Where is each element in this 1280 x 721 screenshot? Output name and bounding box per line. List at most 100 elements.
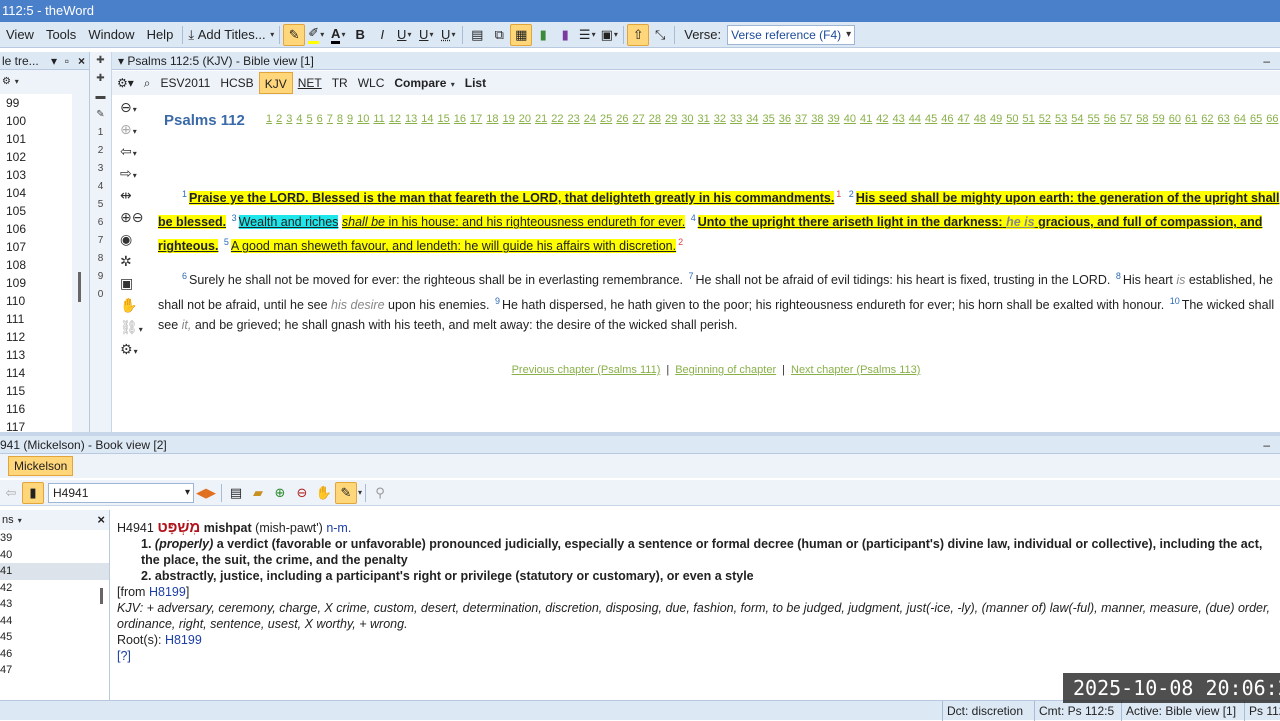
chapter-link[interactable]: 20: [519, 113, 531, 125]
zoom-out-icon[interactable]: ⊖: [291, 482, 313, 504]
lookup-combo[interactable]: H4941: [48, 482, 194, 503]
chapter-link[interactable]: 30: [681, 113, 693, 125]
list-item[interactable]: 105: [0, 202, 72, 220]
list-item[interactable]: 103: [0, 166, 72, 184]
list-item[interactable]: 47: [0, 662, 109, 679]
verse-1[interactable]: Praise ye the LORD. Blessed is the man t…: [189, 191, 835, 206]
close-icon[interactable]: ×: [97, 510, 105, 530]
chapter-link[interactable]: 55: [1088, 113, 1100, 125]
next-icon[interactable]: ⇨▾: [112, 162, 152, 184]
tab-kjv[interactable]: KJV: [258, 72, 293, 94]
chapter-link[interactable]: 25: [600, 113, 612, 125]
list-item[interactable]: 111: [0, 310, 72, 328]
binoculars-icon[interactable]: ⚲: [369, 482, 391, 504]
chapter-link[interactable]: 39: [828, 113, 840, 125]
chapter-link[interactable]: 38: [811, 113, 823, 125]
verse-4[interactable]: Unto the upright there ariseth light in …: [697, 215, 1003, 230]
chapter-link[interactable]: 66: [1266, 113, 1278, 125]
pin-icon[interactable]: ▾: [51, 52, 57, 69]
minus-icon[interactable]: ▬: [90, 88, 111, 106]
copy-button[interactable]: ⧉: [488, 24, 510, 46]
tab-mickelson[interactable]: Mickelson: [8, 456, 74, 476]
underline-button[interactable]: U ▾: [393, 24, 415, 46]
list-item[interactable]: 107: [0, 238, 72, 256]
verse-9[interactable]: He hath dispersed, he hath given to the …: [502, 298, 1164, 312]
hand-icon[interactable]: ✋: [313, 482, 335, 504]
scrollbar[interactable]: [78, 272, 81, 302]
list-item[interactable]: 115: [0, 382, 72, 400]
chapter-link[interactable]: 36: [779, 113, 791, 125]
chapter-link[interactable]: 47: [958, 113, 970, 125]
bookmark-number[interactable]: 3: [90, 160, 111, 178]
next-chapter-link[interactable]: Next chapter (Psalms 113): [791, 364, 920, 376]
chapter-link[interactable]: 15: [438, 113, 450, 125]
search-icon[interactable]: ⌕: [139, 72, 156, 94]
verse-6[interactable]: Surely he shall not be moved for ever: t…: [189, 274, 683, 288]
italic-button[interactable]: I: [371, 24, 393, 46]
add-titles-button[interactable]: ⤓ Add Titles... ▾: [186, 24, 276, 46]
root-link[interactable]: H8199: [165, 633, 202, 647]
bookmark-number[interactable]: 6: [90, 214, 111, 232]
chapter-link[interactable]: 8: [337, 113, 343, 125]
minimize-icon[interactable]: –: [1263, 436, 1270, 454]
highlight-tool-button[interactable]: ✎: [283, 23, 306, 46]
menu-view[interactable]: View: [0, 22, 40, 48]
list-item[interactable]: 44: [0, 613, 109, 630]
verse-3-highlight[interactable]: Wealth and riches: [238, 215, 339, 230]
verse-8[interactable]: His heart: [1123, 274, 1173, 288]
gear-icon[interactable]: ⚙▾: [112, 338, 152, 360]
bookmark-number[interactable]: 7: [90, 232, 111, 250]
chapter-link[interactable]: 50: [1006, 113, 1018, 125]
chapter-link[interactable]: 5: [307, 113, 313, 125]
page-button[interactable]: ▤: [466, 24, 488, 46]
chapter-link[interactable]: 61: [1185, 113, 1197, 125]
tab-hcsb[interactable]: HCSB: [215, 72, 258, 94]
book-purple-button[interactable]: ▮: [554, 24, 576, 46]
bookmark-number[interactable]: 5: [90, 196, 111, 214]
strongs-link[interactable]: H8199: [149, 585, 186, 599]
link-icon[interactable]: ⛓▾: [112, 316, 152, 338]
font-color-button[interactable]: A ▾: [327, 24, 349, 46]
bookmark-number[interactable]: 0: [90, 286, 111, 304]
split-icon[interactable]: ⇹: [112, 184, 152, 206]
pin-icon[interactable]: ✚: [90, 70, 111, 88]
chapter-link[interactable]: 23: [568, 113, 580, 125]
bookmark-number[interactable]: 4: [90, 178, 111, 196]
chapter-link[interactable]: 53: [1055, 113, 1067, 125]
previous-icon[interactable]: ⇦▾: [112, 140, 152, 162]
book-green-button[interactable]: ▮: [532, 24, 554, 46]
star-icon[interactable]: ✲: [112, 250, 152, 272]
verse-5[interactable]: A good man sheweth favour, and lendeth: …: [230, 239, 677, 254]
lines-button[interactable]: ☰ ▾: [576, 24, 598, 46]
list-item[interactable]: 46: [0, 646, 109, 663]
chapter-link[interactable]: 57: [1120, 113, 1132, 125]
chapter-link[interactable]: 40: [844, 113, 856, 125]
chapter-link[interactable]: 29: [665, 113, 677, 125]
chapter-link[interactable]: 60: [1169, 113, 1181, 125]
chapter-link[interactable]: 12: [389, 113, 401, 125]
list-item[interactable]: 106: [0, 220, 72, 238]
list-item[interactable]: 104: [0, 184, 72, 202]
minimize-icon[interactable]: –: [1263, 52, 1270, 70]
forward-icon[interactable]: ⊕▾: [112, 118, 152, 140]
list-item[interactable]: 43: [0, 596, 109, 613]
list-item[interactable]: 45: [0, 629, 109, 646]
hand-icon[interactable]: ✋: [112, 294, 152, 316]
previous-chapter-link[interactable]: Previous chapter (Psalms 111): [512, 364, 661, 376]
list-item[interactable]: 40: [0, 547, 109, 564]
eye-icon[interactable]: ◉: [112, 228, 152, 250]
list-item[interactable]: 116: [0, 400, 72, 418]
restore-icon[interactable]: ▫: [65, 52, 69, 69]
module-settings-icon[interactable]: ⚙▾: [112, 72, 139, 94]
double-underline-button[interactable]: U ▾: [415, 24, 437, 46]
fit-button[interactable]: ⤡: [649, 24, 671, 46]
chapter-link[interactable]: 33: [730, 113, 742, 125]
document-icon[interactable]: ▣: [112, 272, 152, 294]
chapter-link[interactable]: 49: [990, 113, 1002, 125]
beginning-of-chapter-link[interactable]: Beginning of chapter: [675, 364, 776, 376]
list-item[interactable]: 108: [0, 256, 72, 274]
chapter-link[interactable]: 64: [1234, 113, 1246, 125]
list-item[interactable]: 113: [0, 346, 72, 364]
attachment-icon[interactable]: ✎: [335, 481, 357, 504]
chapter-link[interactable]: 44: [909, 113, 921, 125]
